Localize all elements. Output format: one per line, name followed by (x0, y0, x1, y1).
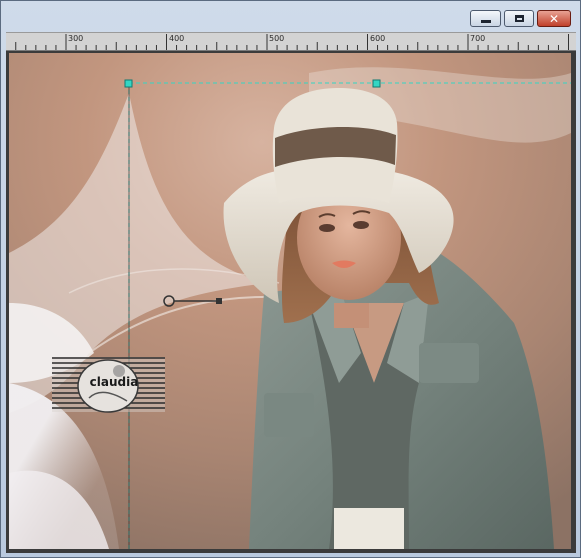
canvas-artwork (9, 53, 571, 549)
ruler-label-300: 300 (68, 34, 84, 43)
guide-handle-top (372, 79, 381, 88)
image-canvas[interactable]: claudia (9, 53, 571, 549)
maximize-button[interactable] (504, 10, 534, 27)
canvas-frame: claudia (6, 51, 576, 553)
ruler-label-700: 700 (470, 34, 486, 43)
horizontal-ruler[interactable]: 300 400 500 600 700 (6, 32, 576, 51)
watermark-label: claudia (89, 375, 139, 389)
ruler-ticks (15, 34, 569, 50)
title-bar[interactable]: ✕ (1, 1, 580, 31)
ruler-label-600: 600 (370, 34, 386, 43)
minimize-button[interactable] (470, 10, 501, 27)
neck (334, 303, 369, 328)
maximize-icon (514, 15, 524, 22)
ruler-label-400: 400 (169, 34, 185, 43)
pocket-left (264, 393, 314, 437)
ruler-label-500: 500 (269, 34, 285, 43)
guide-handle-corner (124, 79, 133, 88)
left-eye (319, 224, 335, 232)
right-eye (353, 221, 369, 229)
close-icon: ✕ (548, 11, 560, 26)
minimize-icon (480, 20, 491, 23)
rotate-handle (216, 298, 222, 304)
app-window: ✕ 300 400 500 600 700 claudia (0, 0, 581, 558)
pocket-right (419, 343, 479, 383)
shirt-hem (334, 508, 404, 549)
close-button[interactable]: ✕ (537, 10, 571, 27)
